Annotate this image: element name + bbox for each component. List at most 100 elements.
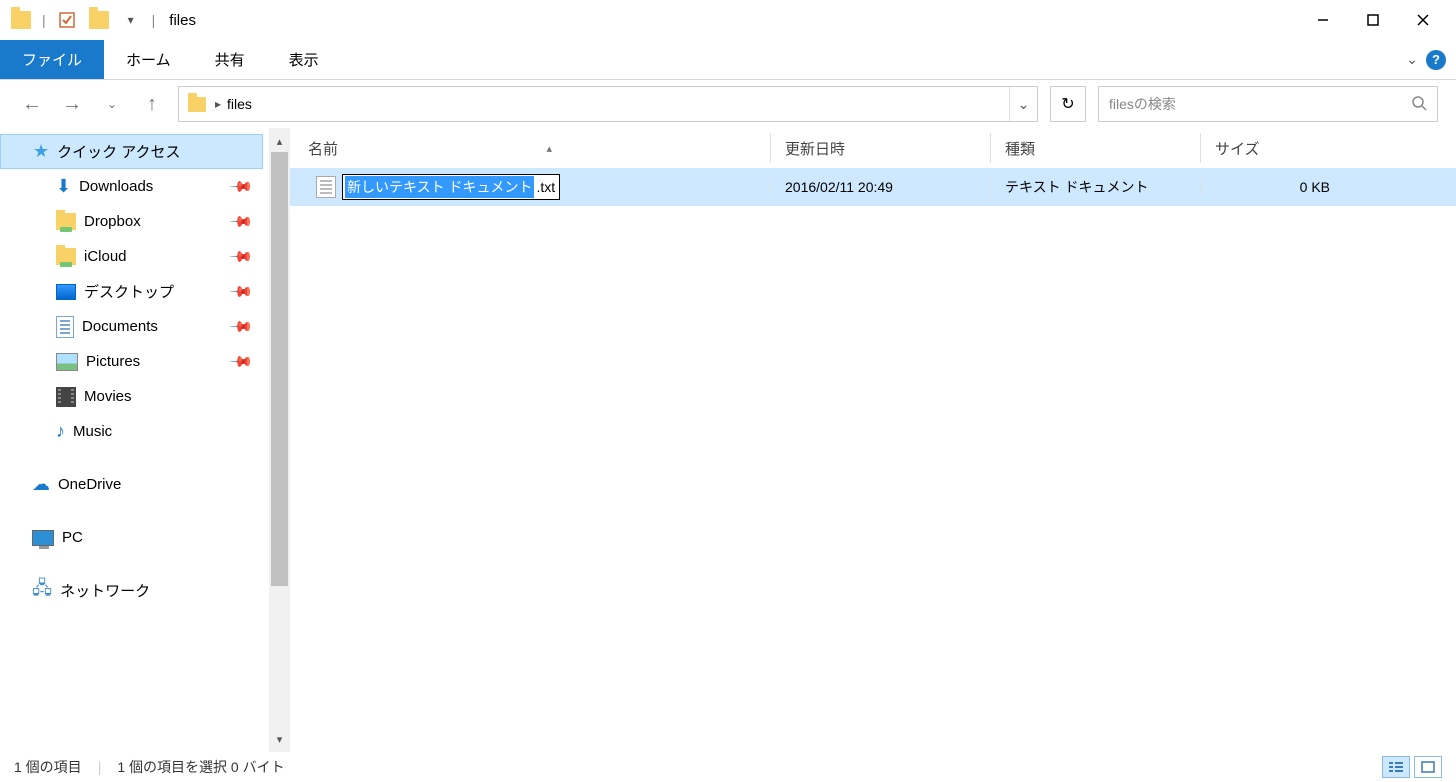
address-folder-icon [185,93,209,115]
column-header-date[interactable]: 更新日時 [770,133,990,163]
scroll-thumb[interactable] [271,152,288,586]
ribbon-expand-icon[interactable]: ⌄ [1406,51,1418,68]
sidebar-item-label: Music [73,423,112,440]
help-icon[interactable]: ? [1426,50,1446,70]
back-button[interactable]: ← [18,90,46,118]
sidebar-network[interactable]: 🖧 ネットワーク [0,573,263,608]
status-selection: 1 個の項目を選択 0 バイト [117,757,284,777]
window-title: files [169,12,196,29]
sidebar-item-music[interactable]: ♪ Music [0,414,263,449]
column-header-size[interactable]: サイズ [1200,133,1350,163]
status-item-count: 1 個の項目 [14,757,82,777]
sort-indicator-icon: ▴ [546,142,552,155]
address-separator-icon[interactable]: ▸ [215,97,221,111]
forward-button[interactable]: → [58,90,86,118]
download-icon: ⬇ [56,176,71,197]
up-button[interactable]: ↑ [138,90,166,118]
pin-icon: 📌 [229,314,255,340]
file-row[interactable]: 新しいテキスト ドキュメント.txt 2016/02/11 20:49 テキスト… [290,168,1456,206]
pictures-icon [56,353,78,371]
document-icon [56,316,74,338]
refresh-button[interactable]: ↻ [1050,86,1086,122]
column-header-type[interactable]: 種類 [990,133,1200,163]
sidebar-item-documents[interactable]: Documents 📌 [0,309,263,344]
star-icon: ★ [33,141,49,162]
sidebar-item-movies[interactable]: Movies [0,379,263,414]
onedrive-icon: ☁ [32,474,50,495]
sidebar-item-label: クイック アクセス [57,141,180,162]
music-icon: ♪ [56,421,65,442]
close-button[interactable] [1398,1,1448,39]
folder-icon [56,248,76,265]
file-list: 名前 ▴ 更新日時 種類 サイズ 新しいテキスト ドキュメント.txt 2016… [290,128,1456,752]
separator: | [152,12,156,28]
pin-icon: 📌 [229,279,255,305]
address-bar[interactable]: ▸ files ⌄ [178,86,1038,122]
text-file-icon [316,176,336,198]
sidebar-item-label: Documents [82,318,158,335]
sidebar-item-label: OneDrive [58,476,121,493]
sidebar-item-label: iCloud [84,248,127,265]
rename-selected-text: 新しいテキスト ドキュメント [345,176,534,198]
minimize-button[interactable] [1298,1,1348,39]
qat-dropdown-icon[interactable]: ▾ [118,7,144,33]
sidebar-pc[interactable]: PC [0,520,263,555]
pc-icon [32,530,54,546]
search-input[interactable]: filesの検索 [1098,86,1438,122]
search-icon [1411,95,1427,114]
movies-icon [56,387,76,407]
qat-newfolder-icon[interactable] [86,7,112,33]
tab-home[interactable]: ホーム [104,40,193,79]
separator: | [98,759,102,775]
view-large-icons-button[interactable] [1414,756,1442,778]
navigation-bar: ← → ⌄ ↑ ▸ files ⌄ ↻ filesの検索 [0,80,1456,128]
address-segment[interactable]: files [227,96,252,112]
sidebar-item-label: ネットワーク [60,580,150,601]
qat-properties-icon[interactable] [54,7,80,33]
sidebar-item-label: Dropbox [84,213,141,230]
status-bar: 1 個の項目 | 1 個の項目を選択 0 バイト [0,752,1456,782]
pin-icon: 📌 [229,349,255,375]
network-icon: 🖧 [32,576,52,606]
sidebar-scrollbar[interactable]: ▴ ▾ [269,128,290,752]
sidebar-item-desktop[interactable]: デスクトップ 📌 [0,274,263,309]
sidebar-item-label: Pictures [86,353,140,370]
sidebar-item-label: Movies [84,388,132,405]
view-details-button[interactable] [1382,756,1410,778]
sidebar-item-pictures[interactable]: Pictures 📌 [0,344,263,379]
file-type: テキスト ドキュメント [990,177,1200,197]
app-folder-icon [8,7,34,33]
maximize-button[interactable] [1348,1,1398,39]
search-placeholder: filesの検索 [1109,94,1176,114]
sidebar-item-label: Downloads [79,178,153,195]
rename-extension: .txt [534,178,557,196]
sidebar-item-dropbox[interactable]: Dropbox 📌 [0,204,263,239]
pin-icon: 📌 [229,209,255,235]
column-headers: 名前 ▴ 更新日時 種類 サイズ [290,128,1456,168]
tab-share[interactable]: 共有 [193,40,267,79]
pin-icon: 📌 [229,174,255,200]
folder-icon [56,213,76,230]
file-date: 2016/02/11 20:49 [770,179,990,195]
rename-input[interactable]: 新しいテキスト ドキュメント.txt [342,174,560,200]
file-size: 0 KB [1200,179,1350,195]
ribbon-tabs: ファイル ホーム 共有 表示 ⌄ ? [0,40,1456,80]
column-header-name[interactable]: 名前 ▴ [290,133,770,163]
tab-file[interactable]: ファイル [0,40,104,79]
sidebar-item-downloads[interactable]: ⬇ Downloads 📌 [0,169,263,204]
sidebar-onedrive[interactable]: ☁ OneDrive [0,467,263,502]
pin-icon: 📌 [229,244,255,270]
navigation-pane: ★ クイック アクセス ⬇ Downloads 📌 Dropbox 📌 iClo… [0,128,290,752]
sidebar-item-icloud[interactable]: iCloud 📌 [0,239,263,274]
address-history-dropdown[interactable]: ⌄ [1009,87,1037,121]
scroll-up-icon[interactable]: ▴ [277,132,283,150]
desktop-icon [56,284,76,300]
tab-view[interactable]: 表示 [267,40,341,79]
sidebar-quick-access[interactable]: ★ クイック アクセス [0,134,263,169]
titlebar: | ▾ | files [0,0,1456,40]
scroll-down-icon[interactable]: ▾ [277,730,283,748]
recent-locations-button[interactable]: ⌄ [98,90,126,118]
sidebar-item-label: PC [62,529,83,546]
separator: | [42,12,46,28]
sidebar-item-label: デスクトップ [84,281,174,302]
